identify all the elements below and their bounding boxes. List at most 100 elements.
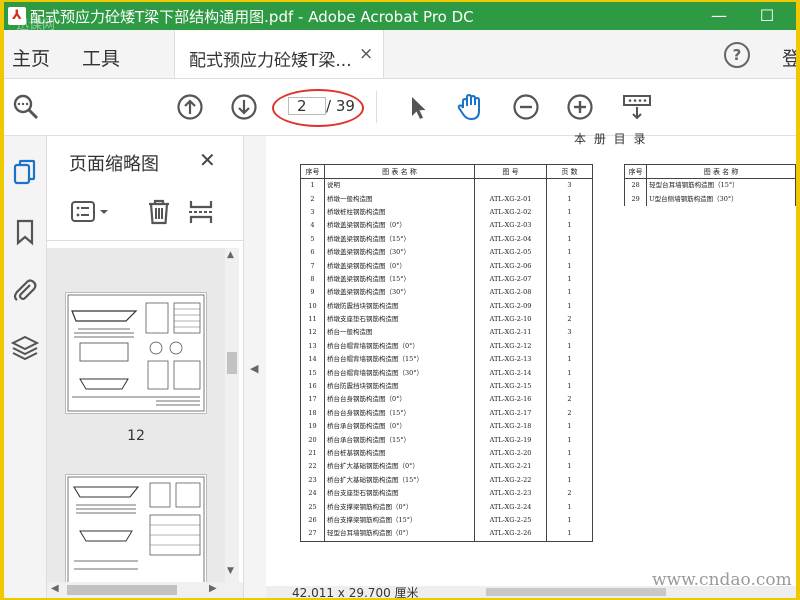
page-number-input[interactable]: 2	[288, 97, 326, 115]
table-cell: 1	[546, 527, 593, 542]
extract-page-icon[interactable]	[187, 198, 215, 226]
table-cell: 轻型台耳墙钢筋构造图（0°）	[324, 527, 475, 542]
zoom-icon[interactable]	[12, 93, 40, 121]
table-cell: ATL-XG-2-22	[474, 473, 547, 487]
table-cell: ATL-XG-2-07	[474, 272, 547, 287]
thumbnail-drawing	[67, 476, 205, 586]
site-watermark: www.cndao.com	[652, 570, 792, 590]
table-cell: 桥台支撑梁钢筋构造图（0°）	[324, 500, 475, 514]
table-cell: 15	[300, 366, 325, 380]
scroll-up-icon[interactable]: ▲	[227, 250, 234, 260]
bookmark-icon[interactable]	[11, 218, 39, 246]
table-row: 4 桥墩盖梁钢筋构造图（0°） ATL-XG-2-03 1	[300, 219, 593, 233]
table-row: 26 桥台支撑梁钢筋构造图（15°） ATL-XG-2-25 1	[300, 513, 593, 528]
window-title: 配式预应力砼矮T梁下部结构通用图.pdf - Adobe Acrobat Pro…	[30, 8, 474, 26]
page-up-icon[interactable]	[176, 93, 204, 121]
table-cell: 桥台台身钢筋构造图（0°）	[324, 393, 475, 407]
scroll-left-icon[interactable]: ◀	[51, 583, 59, 594]
table-cell: 23	[300, 473, 325, 487]
table-cell: 1	[546, 259, 593, 273]
scroll-mode-icon[interactable]	[622, 93, 652, 121]
toc-table: 序号 图 表 名 称 图 号 页 数 1 说明 3 2 桥墩一般构造图 ATL-XG-2-…	[300, 164, 593, 542]
toolbar-divider	[376, 91, 377, 123]
zoom-in-icon[interactable]	[566, 93, 594, 121]
table-cell: ATL-XG-2-11	[474, 326, 547, 340]
col-header: 图 表 名 称	[324, 164, 475, 179]
table-cell: 桥台扩大基础钢筋构造图（15°）	[324, 473, 475, 487]
table-cell: 1	[546, 420, 593, 434]
attachment-icon[interactable]	[11, 276, 39, 304]
table-cell: 2	[546, 312, 593, 327]
sign-in-button[interactable]: 登	[782, 44, 796, 71]
doc-hscrollbar[interactable]	[486, 588, 666, 596]
left-icon-rail	[4, 136, 47, 598]
table-cell: 25	[300, 500, 325, 514]
table-row: 10 桥墩防震挡块钢筋构造图 ATL-XG-2-09 1	[300, 299, 593, 313]
table-cell: 桥台支座垫石钢筋构造图	[324, 486, 475, 501]
close-tab-icon[interactable]: ×	[359, 44, 373, 64]
table-row: 7 桥墩盖梁钢筋构造图（0°） ATL-XG-2-06 1	[300, 259, 593, 273]
table-cell: 2	[546, 393, 593, 407]
table-cell: 1	[546, 339, 593, 354]
table-cell: ATL-XG-2-16	[474, 393, 547, 407]
table-cell: ATL-XG-2-24	[474, 500, 547, 514]
table-row: 8 桥墩盖梁钢筋构造图（15°） ATL-XG-2-07 1	[300, 272, 593, 287]
table-cell: ATL-XG-2-13	[474, 353, 547, 367]
table-row: 15 桥台台帽背墙钢筋构造图（30°） ATL-XG-2-14 1	[300, 366, 593, 380]
collapse-arrow-icon[interactable]: ◀	[250, 362, 258, 375]
table-cell: 桥墩支座垫石钢筋构造图	[324, 312, 475, 327]
table-cell: ATL-XG-2-01	[474, 192, 547, 206]
tab-document[interactable]: 配式预应力砼矮T梁... ×	[174, 30, 384, 78]
page-thumbnails-icon[interactable]	[11, 158, 39, 186]
table-cell: 12	[300, 326, 325, 340]
table-cell: ATL-XG-2-20	[474, 446, 547, 461]
close-panel-icon[interactable]: ✕	[199, 148, 216, 172]
hand-tool-icon[interactable]	[456, 93, 484, 121]
hscrollbar-thumb[interactable]	[67, 585, 177, 595]
table-row: 18 桥台台身钢筋构造图（15°） ATL-XG-2-17 2	[300, 406, 593, 421]
table-cell: 1	[546, 353, 593, 367]
table-cell: 桥墩盖梁钢筋构造图（30°）	[324, 286, 475, 300]
col-header: 图 表 名 称	[646, 164, 796, 179]
table-cell: ATL-XG-2-21	[474, 460, 547, 474]
scroll-right-icon[interactable]: ▶	[209, 583, 217, 594]
table-cell: 1	[546, 460, 593, 474]
page-down-icon[interactable]	[230, 93, 258, 121]
table-cell: 20	[300, 433, 325, 447]
tab-tools[interactable]: 工具	[82, 44, 120, 71]
table-cell: ATL-XG-2-03	[474, 219, 547, 233]
help-icon[interactable]: ?	[724, 42, 750, 68]
table-cell: 24	[300, 486, 325, 501]
layers-icon[interactable]	[11, 334, 39, 362]
thumbnail-scrollbar[interactable]: ▲ ▼	[225, 248, 239, 582]
maximize-icon[interactable]: ☐	[752, 4, 782, 28]
table-row: 9 桥墩盖梁钢筋构造图（30°） ATL-XG-2-08 1	[300, 286, 593, 300]
table-row: 6 桥墩盖梁钢筋构造图（30°） ATL-XG-2-05 1	[300, 245, 593, 260]
table-cell: ATL-XG-2-25	[474, 513, 547, 528]
table-cell: 桥台承台钢筋构造图（0°）	[324, 420, 475, 434]
col-header: 图 号	[474, 164, 547, 179]
zoom-out-icon[interactable]	[512, 93, 540, 121]
document-view: 本 册 目 录 序号 图 表 名 称 图 号 页 数 1 说明 3 2 桥墩一般构造图 A…	[266, 132, 796, 598]
table-cell: 1	[546, 433, 593, 447]
table-cell: ATL-XG-2-06	[474, 259, 547, 273]
scroll-down-icon[interactable]: ▼	[227, 566, 234, 576]
thumbnail-page-13[interactable]	[65, 474, 207, 586]
panel-collapse-handle[interactable]: ◀	[244, 136, 266, 598]
thumbnail-options-icon[interactable]	[71, 200, 115, 224]
table-cell: ATL-XG-2-14	[474, 366, 547, 380]
delete-page-icon[interactable]	[145, 198, 173, 226]
table-row: 5 桥墩盖梁钢筋构造图（15°） ATL-XG-2-04 1	[300, 232, 593, 246]
table-cell: 1	[546, 219, 593, 233]
title-bar: ⅄ 配式预应力砼矮T梁下部结构通用图.pdf - Adobe Acrobat P…	[4, 2, 796, 33]
select-arrow-icon[interactable]	[404, 93, 432, 121]
minimize-icon[interactable]: —	[704, 4, 734, 28]
toolbar: 2 / 39	[4, 79, 796, 136]
thumbnail-page-12[interactable]	[65, 292, 207, 414]
thumbnail-hscrollbar[interactable]: ◀ ▶	[47, 582, 243, 598]
tab-home[interactable]: 主页	[12, 44, 50, 71]
app-window: ⅄ 配式预应力砼矮T梁下部结构通用图.pdf - Adobe Acrobat P…	[4, 2, 796, 598]
table-cell: 桥墩盖梁钢筋构造图（15°）	[324, 232, 475, 246]
scrollbar-thumb[interactable]	[227, 352, 237, 374]
table-cell: ATL-XG-2-15	[474, 379, 547, 394]
